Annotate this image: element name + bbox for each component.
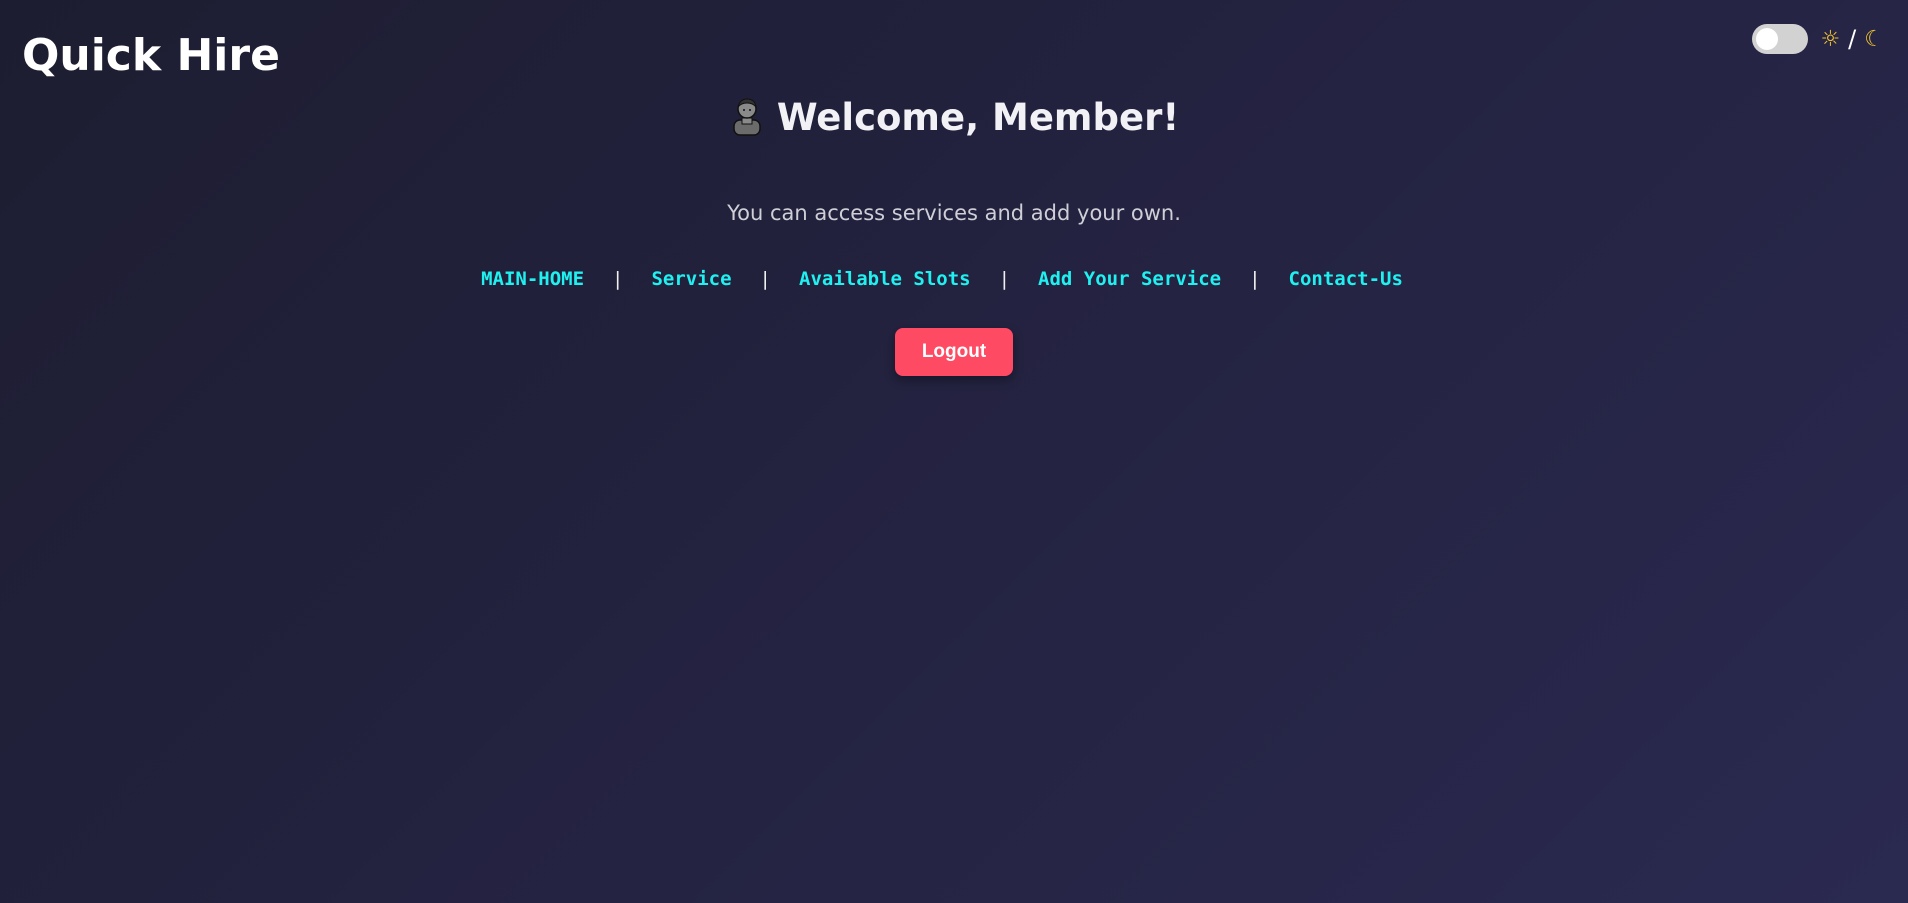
logout-button[interactable]: Logout [895, 328, 1013, 376]
nav-link-add-your-service[interactable]: Add Your Service [1038, 265, 1221, 293]
nav-link-service[interactable]: Service [651, 265, 731, 293]
subtitle-text: You can access services and add your own… [727, 201, 1181, 225]
main-nav: MAIN-HOME | Service | Available Slots | … [0, 265, 1896, 293]
nav-separator: | [612, 268, 624, 290]
welcome-text: Welcome, Member! [776, 96, 1180, 139]
sun-icon: ☼ [1820, 26, 1841, 52]
app-window: Quick Hire ☼ / ☾ Welcome, Member! You ca… [0, 0, 1908, 903]
nav-separator: | [1249, 268, 1261, 290]
nav-separator: | [759, 268, 771, 290]
person-icon [733, 98, 761, 136]
nav-link-available-slots[interactable]: Available Slots [799, 265, 971, 293]
theme-icons: ☼ / ☾ [1820, 25, 1884, 53]
theme-toggle[interactable] [1752, 24, 1809, 54]
nav-separator: | [998, 268, 1011, 290]
theme-switcher: ☼ / ☾ [1752, 24, 1884, 54]
welcome-heading: Welcome, Member! [0, 92, 1908, 144]
theme-separator: / [1848, 25, 1857, 53]
toggle-knob [1756, 28, 1779, 50]
nav-link-main-home[interactable]: MAIN-HOME [481, 265, 584, 293]
moon-icon: ☾ [1864, 26, 1884, 52]
brand-title: Quick Hire [22, 30, 280, 81]
nav-link-contact-us[interactable]: Contact-Us [1289, 265, 1403, 293]
